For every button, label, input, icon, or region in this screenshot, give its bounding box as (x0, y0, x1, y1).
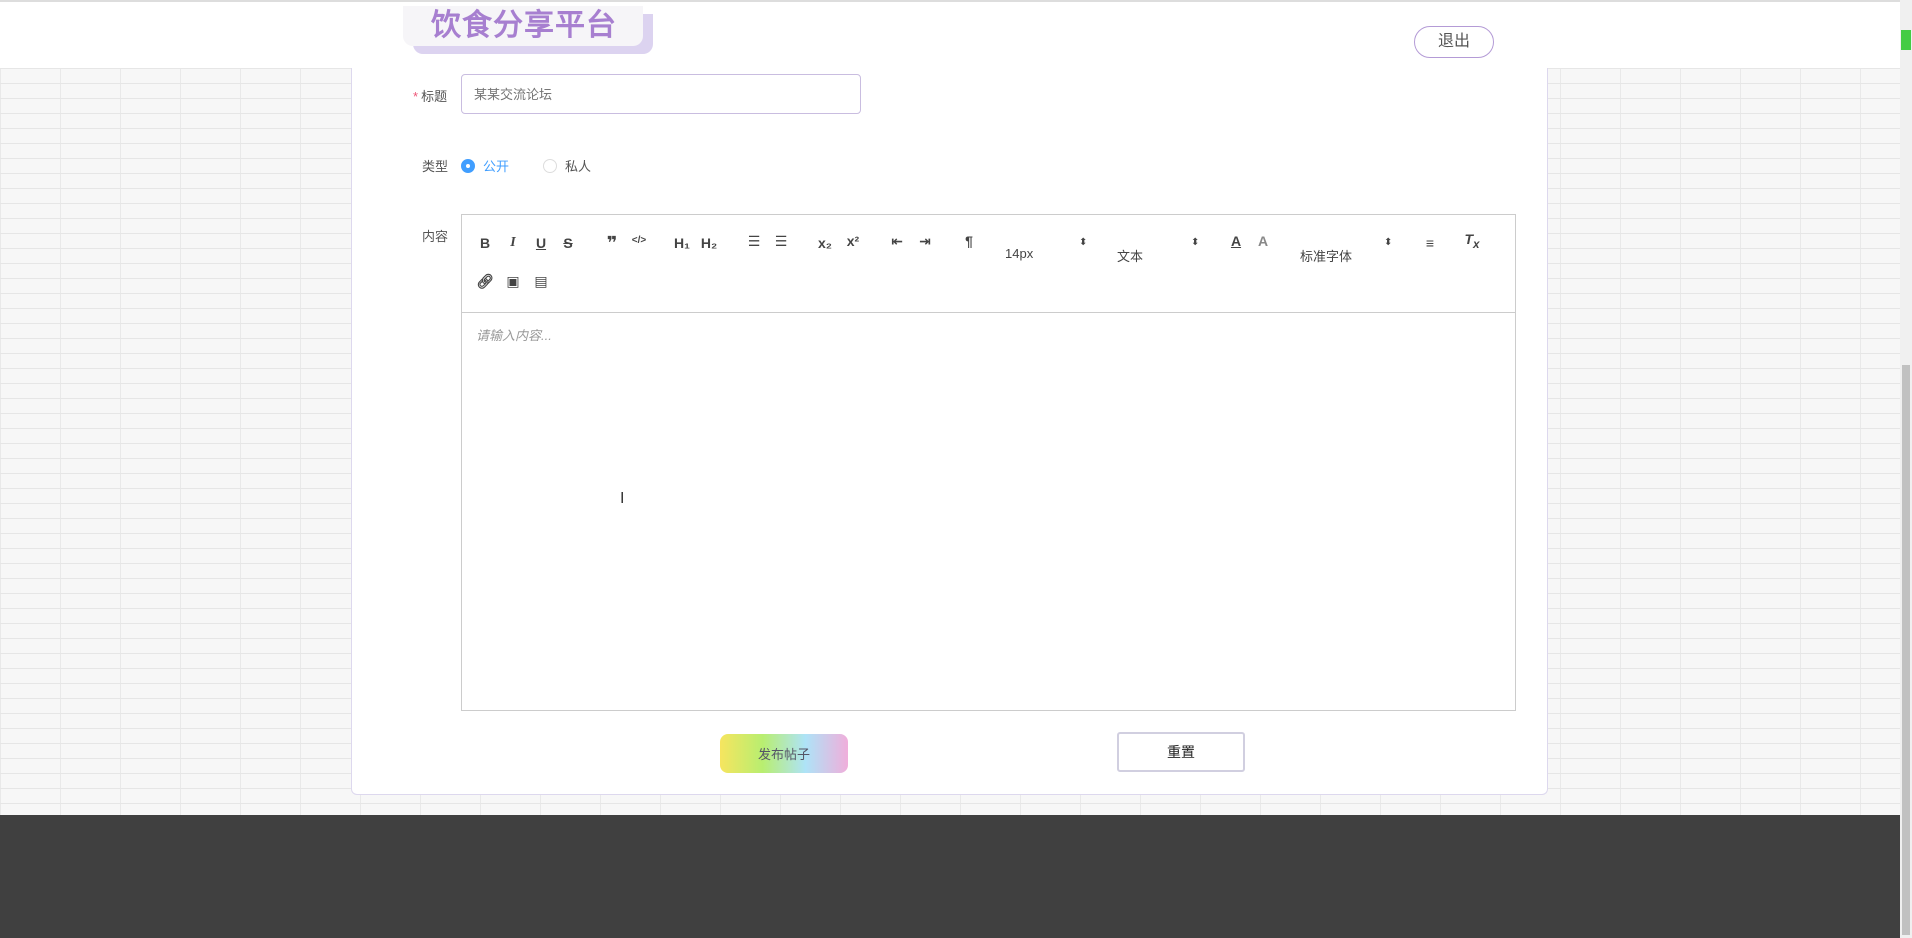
superscript-icon[interactable]: x² (843, 233, 863, 249)
chevron-updown-icon: ⬍ (1384, 237, 1393, 248)
radio-public[interactable]: 公开 (461, 156, 509, 175)
chevron-updown-icon: ⬍ (1191, 237, 1200, 248)
title-label: * 标题 (413, 86, 447, 105)
image-icon[interactable]: ▣ (503, 273, 523, 290)
logo: 饮食分享平台 (403, 6, 643, 46)
radio-public-label: 公开 (483, 159, 510, 174)
video-icon[interactable]: ▤ (531, 273, 551, 290)
underline-icon[interactable]: U (531, 235, 551, 251)
link-icon[interactable]: 🔗︎ (475, 273, 495, 290)
direction-icon[interactable]: ¶ (959, 233, 979, 249)
radio-private[interactable]: 私人 (543, 156, 591, 175)
header-select[interactable]: 文本 (1117, 246, 1143, 265)
bullet-list-icon[interactable]: ☰ (771, 233, 791, 250)
ordered-list-icon[interactable]: ☰ (744, 233, 764, 250)
title-input[interactable] (461, 74, 861, 114)
radio-unchecked-icon (543, 158, 557, 173)
h1-icon[interactable]: H₁ (672, 235, 692, 251)
font-color-icon[interactable]: A (1226, 233, 1246, 249)
outdent-icon[interactable]: ⇤ (887, 233, 907, 250)
radio-private-label: 私人 (565, 159, 592, 174)
h2-icon[interactable]: H₂ (699, 235, 719, 251)
blockquote-icon[interactable]: ❞ (602, 233, 622, 254)
rich-text-editor: B I U S ❞ </> H₁ H₂ ☰ ☰ x₂ x² ⇤ ⇥ ¶ 14px… (461, 214, 1516, 711)
strike-icon[interactable]: S (558, 235, 578, 251)
footer (0, 815, 1900, 938)
header: 饮食分享平台 退出 (0, 0, 1900, 68)
content-placeholder[interactable]: 请输入内容... (476, 325, 552, 344)
scrollbar-thumb[interactable] (1902, 365, 1910, 935)
reset-button[interactable]: 重置 (1117, 732, 1245, 772)
scroll-indicator (1901, 30, 1911, 50)
chevron-updown-icon: ⬍ (1079, 237, 1088, 248)
font-family-select[interactable]: 标准字体 (1300, 246, 1352, 265)
font-size-select[interactable]: 14px (1005, 246, 1033, 261)
type-label: 类型 (422, 159, 449, 174)
publish-button[interactable]: 发布帖子 (720, 734, 848, 773)
scrollbar[interactable] (1900, 0, 1912, 938)
content-label: 内容 (422, 229, 449, 244)
title-label-text: 标题 (421, 89, 448, 104)
required-mark: * (413, 89, 419, 104)
indent-icon[interactable]: ⇥ (915, 233, 935, 250)
bold-icon[interactable]: B (475, 235, 495, 251)
subscript-icon[interactable]: x₂ (815, 235, 835, 251)
text-cursor-icon: I (620, 490, 625, 507)
radio-checked-icon (461, 158, 475, 173)
logout-button[interactable]: 退出 (1414, 26, 1494, 58)
italic-icon[interactable]: I (503, 235, 523, 251)
clear-format-icon[interactable]: Tx (1462, 231, 1482, 251)
background-color-icon[interactable]: A (1253, 233, 1273, 249)
editor-toolbar: B I U S ❞ </> H₁ H₂ ☰ ☰ x₂ x² ⇤ ⇥ ¶ 14px… (462, 215, 1515, 313)
align-icon[interactable]: ≡ (1420, 235, 1440, 251)
code-block-icon[interactable]: </> (629, 235, 649, 246)
